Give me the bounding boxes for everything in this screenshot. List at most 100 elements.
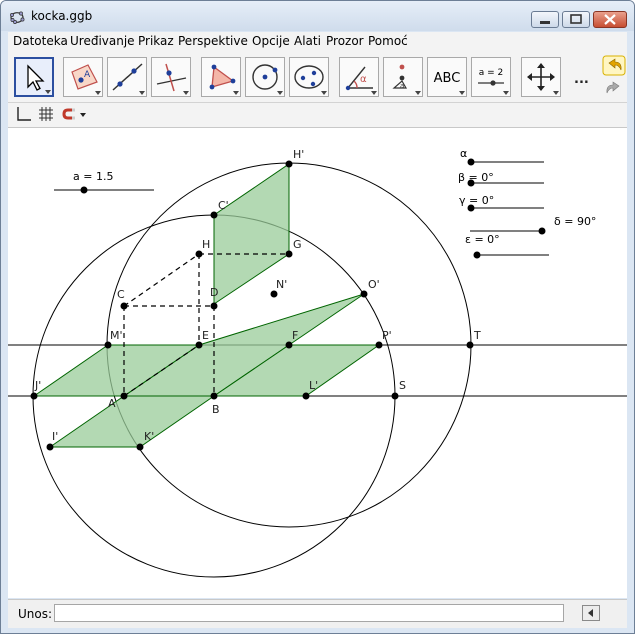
label-H: H bbox=[202, 238, 210, 251]
slider-tool-label: a = 2 bbox=[479, 68, 504, 78]
point-tool-button[interactable]: A bbox=[63, 57, 103, 97]
slider-alpha-label: α bbox=[460, 147, 467, 160]
label-J-prime: J' bbox=[34, 379, 41, 392]
magnet-icon bbox=[62, 108, 86, 120]
command-input[interactable] bbox=[54, 604, 564, 622]
tool-dropdown-arrow-icon bbox=[459, 91, 465, 95]
label-G: G bbox=[293, 238, 302, 251]
slider-alpha-handle[interactable] bbox=[467, 158, 475, 166]
tool-dropdown-arrow-icon bbox=[277, 91, 283, 95]
text-tool-button[interactable]: ABC bbox=[427, 57, 467, 97]
ellipse-tool-button[interactable] bbox=[289, 57, 329, 97]
tool-dropdown-arrow-icon bbox=[415, 91, 421, 95]
slider-beta-label: β = 0° bbox=[458, 171, 494, 184]
tool-dropdown-arrow-icon bbox=[371, 91, 377, 95]
text-tool-label: ABC bbox=[434, 71, 461, 86]
slider-gamma-label: γ = 0° bbox=[459, 194, 494, 207]
menu-perspektive[interactable]: Perspektive bbox=[178, 34, 248, 48]
graphics-view[interactable]: H' C' H G C D N' O' M' E F P' T J' A L' … bbox=[8, 128, 627, 598]
tool-dropdown-arrow-icon bbox=[139, 91, 145, 95]
slider-a-label: a = 1.5 bbox=[73, 170, 113, 183]
geogebra-app-icon bbox=[10, 11, 25, 24]
label-N-prime: N' bbox=[276, 278, 287, 291]
svg-text:A: A bbox=[84, 70, 91, 80]
title-bar: kocka.ggb bbox=[1, 1, 634, 31]
label-D: D bbox=[210, 286, 218, 299]
more-tools-button[interactable]: ... bbox=[574, 72, 589, 87]
svg-text:α: α bbox=[360, 74, 367, 85]
toolbar: A α a ABC a = 2 ... bbox=[8, 52, 627, 103]
slider-tool-button[interactable]: a = 2 bbox=[471, 57, 511, 97]
menu-pomoc[interactable]: Pomoć bbox=[368, 34, 408, 48]
perpendicular-line-tool-button[interactable] bbox=[151, 57, 191, 97]
label-K-prime: K' bbox=[144, 430, 154, 443]
menu-uredivanje[interactable]: Uređivanje bbox=[70, 34, 135, 48]
maximize-button[interactable] bbox=[562, 11, 590, 28]
undo-button[interactable] bbox=[602, 55, 626, 76]
slider-beta[interactable]: β = 0° bbox=[458, 171, 544, 187]
label-O-prime: O' bbox=[368, 278, 380, 291]
label-T: T bbox=[473, 329, 481, 342]
slider-gamma-handle[interactable] bbox=[467, 204, 475, 212]
redo-icon bbox=[606, 81, 620, 94]
slider-gamma[interactable]: γ = 0° bbox=[459, 194, 544, 212]
slider-delta-handle[interactable] bbox=[538, 227, 546, 235]
polygon-bottom[interactable] bbox=[48, 395, 216, 448]
menu-datoteka[interactable]: Datoteka bbox=[13, 34, 68, 48]
input-help-button[interactable] bbox=[582, 605, 600, 621]
redo-button[interactable] bbox=[602, 78, 626, 99]
tool-dropdown-arrow-icon bbox=[503, 91, 509, 95]
label-H-prime: H' bbox=[293, 148, 304, 161]
slider-epsilon-label: ε = 0° bbox=[465, 233, 500, 246]
reflect-tool-button[interactable]: a bbox=[383, 57, 423, 97]
label-L-prime: L' bbox=[309, 379, 318, 392]
tool-dropdown-arrow-icon bbox=[553, 91, 559, 95]
menu-prikaz[interactable]: Prikaz bbox=[138, 34, 174, 48]
label-P-prime: P' bbox=[382, 329, 392, 342]
window-title: kocka.ggb bbox=[31, 9, 93, 23]
point-capturing-dropdown[interactable] bbox=[61, 105, 89, 123]
tool-dropdown-arrow-icon bbox=[233, 91, 239, 95]
label-F: F bbox=[292, 329, 298, 342]
show-grid-toggle[interactable] bbox=[37, 105, 55, 123]
triangle-left-icon bbox=[588, 609, 593, 617]
label-E: E bbox=[202, 329, 209, 342]
label-C: C bbox=[117, 288, 125, 301]
tool-dropdown-arrow-icon bbox=[95, 91, 101, 95]
slider-a-handle[interactable] bbox=[80, 186, 88, 194]
input-bar: Unos: bbox=[8, 599, 627, 628]
label-B: B bbox=[212, 403, 220, 416]
menu-opcije[interactable]: Opcije bbox=[252, 34, 290, 48]
menu-prozor[interactable]: Prozor bbox=[326, 34, 364, 48]
tool-dropdown-arrow-icon bbox=[183, 91, 189, 95]
minimize-icon bbox=[540, 21, 550, 24]
menu-bar: Datoteka Uređivanje Prikaz Perspektive O… bbox=[8, 32, 627, 52]
input-label: Unos: bbox=[18, 607, 53, 621]
angle-tool-button[interactable]: α bbox=[339, 57, 379, 97]
undo-icon bbox=[602, 55, 626, 76]
slider-beta-handle[interactable] bbox=[467, 179, 475, 187]
move-tool-button[interactable] bbox=[14, 57, 54, 97]
menu-alati[interactable]: Alati bbox=[294, 34, 321, 48]
slider-epsilon[interactable]: ε = 0° bbox=[465, 233, 549, 259]
label-A: A bbox=[108, 397, 116, 410]
slider-epsilon-handle[interactable] bbox=[473, 251, 481, 259]
slider-delta[interactable]: δ = 90° bbox=[470, 215, 596, 235]
label-M-prime: M' bbox=[110, 329, 123, 342]
close-button[interactable] bbox=[593, 11, 627, 28]
label-C-prime: C' bbox=[218, 199, 229, 212]
construction-canvas[interactable]: H' C' H G C D N' O' M' E F P' T J' A L' … bbox=[8, 128, 627, 598]
show-axes-toggle[interactable] bbox=[14, 105, 32, 123]
label-S: S bbox=[399, 379, 406, 392]
slider-delta-label: δ = 90° bbox=[554, 215, 596, 228]
polygon-tool-button[interactable] bbox=[201, 57, 241, 97]
minimize-button[interactable] bbox=[531, 11, 559, 28]
line-tool-button[interactable] bbox=[107, 57, 147, 97]
label-I-prime: I' bbox=[52, 430, 58, 443]
style-bar bbox=[8, 103, 627, 128]
circle-tool-button[interactable] bbox=[245, 57, 285, 97]
close-icon bbox=[604, 14, 616, 25]
slider-a[interactable]: a = 1.5 bbox=[54, 170, 154, 194]
slider-alpha[interactable]: α bbox=[460, 147, 544, 166]
move-graphics-view-button[interactable] bbox=[521, 57, 561, 97]
